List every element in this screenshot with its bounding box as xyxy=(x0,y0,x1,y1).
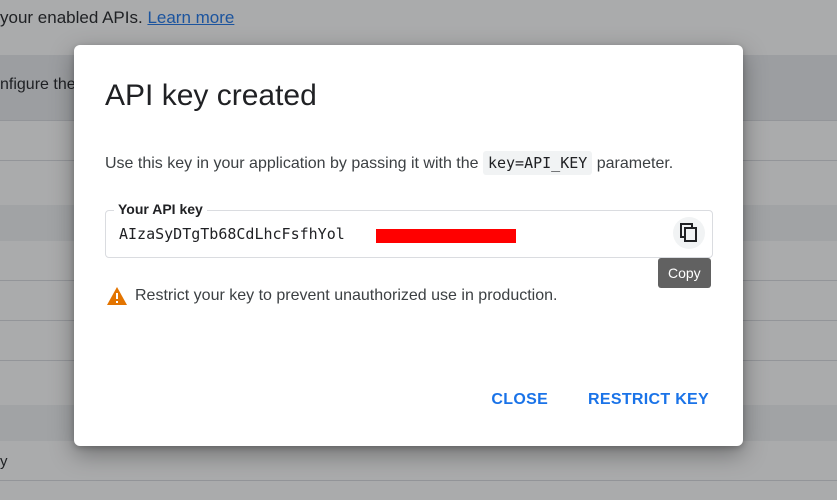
redaction-bar xyxy=(376,229,516,243)
warning-message: Restrict your key to prevent unauthorize… xyxy=(107,287,557,305)
api-key-field[interactable]: Your API key AIzaSyDTgTb68CdLhcFsfhYol xyxy=(105,201,713,258)
api-key-dialog: API key created Use this key in your app… xyxy=(74,45,743,446)
description-text: Use this key in your application by pass… xyxy=(105,155,483,172)
dialog-actions: CLOSE RESTRICT KEY xyxy=(491,391,709,409)
close-button[interactable]: CLOSE xyxy=(491,391,548,409)
copy-icon xyxy=(680,223,697,242)
dialog-description: Use this key in your application by pass… xyxy=(105,151,673,176)
warning-icon xyxy=(107,287,127,305)
restrict-key-button[interactable]: RESTRICT KEY xyxy=(588,391,709,409)
copy-button[interactable] xyxy=(673,217,705,249)
description-text-end: parameter. xyxy=(592,155,674,172)
api-key-value[interactable]: AIzaSyDTgTb68CdLhcFsfhYol xyxy=(119,225,345,243)
key-param-code: key=API_KEY xyxy=(482,151,593,175)
warning-text: Restrict your key to prevent unauthorize… xyxy=(135,287,558,304)
copy-tooltip: Copy xyxy=(658,258,711,288)
api-key-label: Your API key xyxy=(114,201,207,217)
dialog-title: API key created xyxy=(105,79,317,112)
